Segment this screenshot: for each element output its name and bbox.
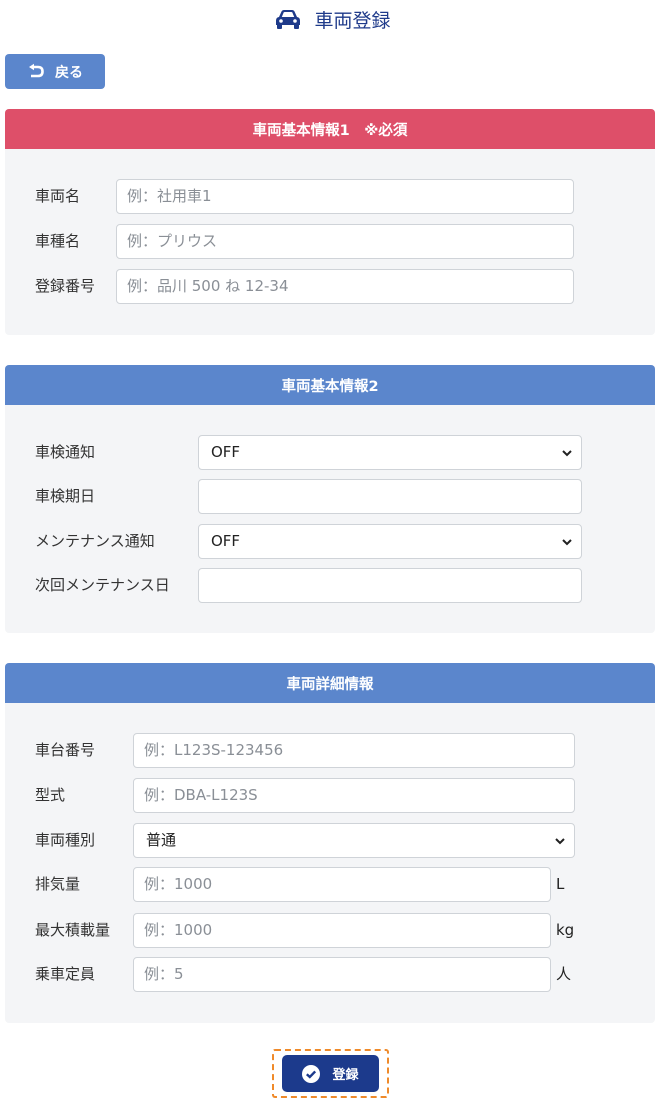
inspection-notice-select[interactable]: OFF — [198, 435, 582, 470]
chevron-down-icon — [562, 450, 572, 457]
check-circle-icon — [302, 1064, 321, 1083]
registration-number-label: 登録番号 — [35, 277, 96, 295]
vehicle-name-label: 車両名 — [35, 187, 81, 205]
next-maintenance-input[interactable] — [198, 568, 582, 603]
inspection-date-label: 車検期日 — [35, 487, 96, 505]
max-load-row: 最大積載量 例：1000 kg — [5, 913, 655, 948]
inspection-notice-value: OFF — [211, 443, 241, 461]
max-load-unit: kg — [556, 921, 575, 939]
model-code-row: 型式 例：DBA-L123S — [5, 778, 655, 813]
displacement-label: 排気量 — [35, 875, 81, 893]
chassis-number-label: 車台番号 — [35, 741, 96, 759]
model-code-label: 型式 — [35, 786, 66, 804]
basic-info-2-card: 車両基本情報2 車検通知 OFF 車検期日 メンテナンス通知 OFF 次回メンテ… — [5, 365, 655, 633]
registration-number-row: 登録番号 例：品川 500 ね 12-34 — [5, 269, 655, 304]
back-button[interactable]: 戻る — [5, 54, 105, 89]
inspection-date-input[interactable] — [198, 479, 582, 514]
chevron-down-icon — [555, 838, 565, 845]
chassis-number-input[interactable]: 例：L123S-123456 — [133, 733, 575, 768]
capacity-unit: 人 — [556, 965, 572, 983]
max-load-label: 最大積載量 — [35, 921, 111, 939]
detail-info-header: 車両詳細情報 — [5, 663, 655, 703]
vehicle-name-row: 車両名 例：社用車1 — [5, 179, 655, 214]
vehicle-type-label: 車両種別 — [35, 831, 96, 849]
capacity-label: 乗車定員 — [35, 965, 96, 983]
maintenance-notice-value: OFF — [211, 532, 241, 550]
maintenance-notice-row: メンテナンス通知 OFF — [5, 524, 655, 559]
return-arrow-icon — [29, 63, 44, 77]
basic-info-1-header: 車両基本情報1 ※必須 — [5, 109, 655, 149]
submit-focus-outline: 登録 — [272, 1049, 389, 1098]
vehicle-name-input[interactable]: 例：社用車1 — [116, 179, 574, 214]
vehicle-type-value: 普通 — [146, 831, 177, 849]
page-title: 車両登録 — [314, 9, 391, 32]
page-header: 車両登録 — [0, 4, 665, 34]
model-name-row: 車種名 例：プリウス — [5, 224, 655, 259]
basic-info-1-card: 車両基本情報1 ※必須 車両名 例：社用車1 車種名 例：プリウス 登録番号 例… — [5, 109, 655, 335]
maintenance-notice-select[interactable]: OFF — [198, 524, 582, 559]
register-button-label: 登録 — [332, 1068, 359, 1083]
next-maintenance-label: 次回メンテナンス日 — [35, 576, 170, 594]
max-load-input[interactable]: 例：1000 — [133, 913, 551, 948]
register-button[interactable]: 登録 — [282, 1055, 379, 1092]
chassis-number-row: 車台番号 例：L123S-123456 — [5, 733, 655, 768]
model-name-input[interactable]: 例：プリウス — [116, 224, 574, 259]
displacement-row: 排気量 例：1000 L — [5, 867, 655, 902]
next-maintenance-row: 次回メンテナンス日 — [5, 568, 655, 603]
inspection-notice-label: 車検通知 — [35, 443, 96, 461]
inspection-notice-row: 車検通知 OFF — [5, 435, 655, 470]
displacement-unit: L — [556, 875, 565, 893]
displacement-input[interactable]: 例：1000 — [133, 867, 551, 902]
model-name-label: 車種名 — [35, 232, 81, 250]
registration-number-input[interactable]: 例：品川 500 ね 12-34 — [116, 269, 574, 304]
capacity-row: 乗車定員 例：5 人 — [5, 957, 655, 992]
capacity-input[interactable]: 例：5 — [133, 957, 551, 992]
inspection-date-row: 車検期日 — [5, 479, 655, 514]
back-button-label: 戻る — [55, 64, 83, 81]
model-code-input[interactable]: 例：DBA-L123S — [133, 778, 575, 813]
chevron-down-icon — [562, 539, 572, 546]
car-icon — [276, 10, 301, 29]
vehicle-type-row: 車両種別 普通 — [5, 823, 655, 858]
detail-info-card: 車両詳細情報 車台番号 例：L123S-123456 型式 例：DBA-L123… — [5, 663, 655, 1023]
basic-info-2-header: 車両基本情報2 — [5, 365, 655, 405]
vehicle-type-select[interactable]: 普通 — [133, 823, 575, 858]
maintenance-notice-label: メンテナンス通知 — [35, 532, 155, 550]
